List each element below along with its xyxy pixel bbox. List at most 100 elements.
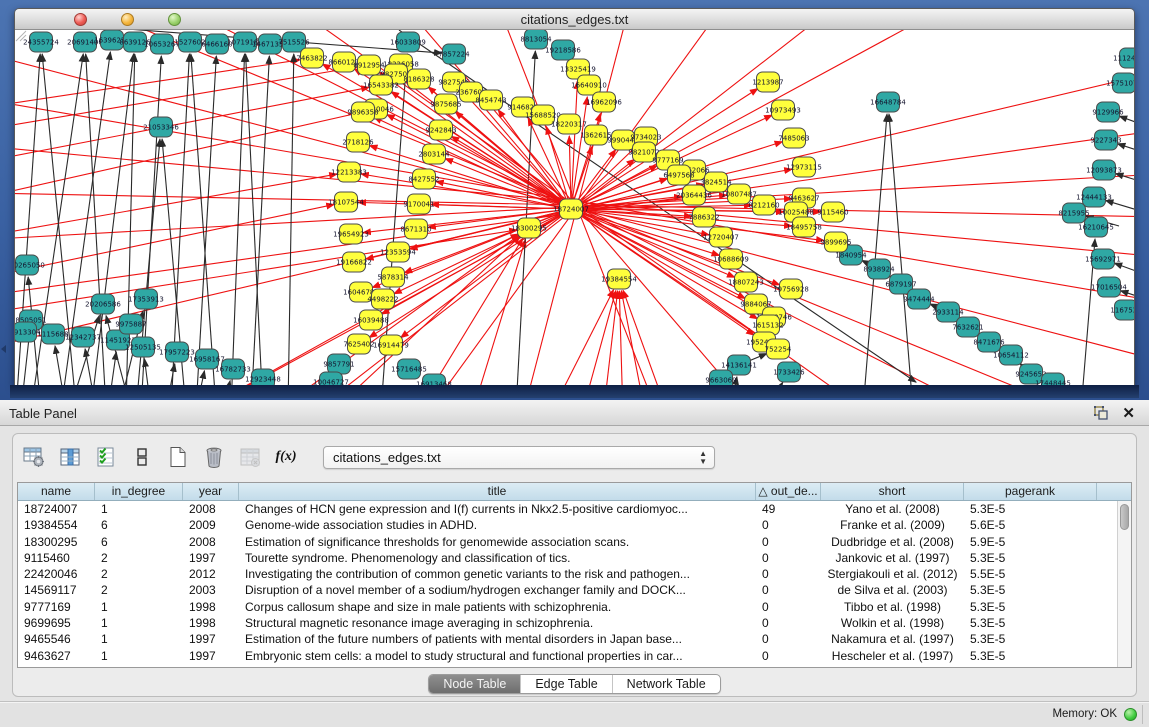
table-cell[interactable]: 2 bbox=[95, 582, 183, 598]
table-cell[interactable]: 0 bbox=[756, 631, 821, 647]
table-cell[interactable]: 6 bbox=[95, 534, 183, 550]
table-cell[interactable]: 9463627 bbox=[18, 648, 95, 664]
node-teal[interactable]: 1167533 bbox=[1110, 300, 1134, 320]
function-icon[interactable]: f(x) bbox=[275, 446, 297, 468]
table-cell[interactable]: 0 bbox=[756, 534, 821, 550]
black-edge[interactable] bbox=[863, 114, 887, 385]
network-table-select[interactable]: citations_edges.txt ▲▼ bbox=[323, 446, 715, 469]
network-window-titlebar[interactable]: citations_edges.txt bbox=[15, 9, 1134, 30]
node-yellow[interactable]: 2803144 bbox=[418, 144, 450, 164]
rows-icon[interactable] bbox=[131, 446, 153, 468]
table-cell[interactable]: 0 bbox=[756, 582, 821, 598]
table-cell[interactable]: Corpus callosum shape and size in male p… bbox=[239, 599, 756, 615]
table-cell[interactable]: 1997 bbox=[183, 550, 239, 566]
node-yellow[interactable]: 7886322 bbox=[688, 207, 719, 227]
table-cell[interactable]: 1998 bbox=[183, 615, 239, 631]
table-cell[interactable]: 5.3E-5 bbox=[964, 631, 1097, 647]
node-teal[interactable]: 20265050 bbox=[15, 255, 45, 275]
tab-node-table[interactable]: Node Table bbox=[429, 675, 521, 693]
node-yellow[interactable]: 12973115 bbox=[786, 157, 822, 177]
node-yellow[interactable]: 8454743 bbox=[475, 90, 506, 110]
node-yellow[interactable]: 16914479 bbox=[373, 335, 409, 355]
memory-status-icon[interactable] bbox=[1124, 708, 1137, 721]
node-teal[interactable]: 7857224 bbox=[438, 44, 470, 64]
node-teal[interactable]: 11124047 bbox=[1113, 48, 1134, 68]
table-cell[interactable]: Structural magnetic resonance image aver… bbox=[239, 615, 756, 631]
node-teal[interactable]: 1115688 bbox=[37, 324, 68, 344]
table-cell[interactable]: 6 bbox=[95, 517, 183, 533]
table-cell[interactable]: 9777169 bbox=[18, 599, 95, 615]
table-cell[interactable]: Investigating the contribution of common… bbox=[239, 566, 756, 582]
table-cell[interactable]: 0 bbox=[756, 550, 821, 566]
table-cell[interactable]: 14569117 bbox=[18, 582, 95, 598]
table-cell[interactable]: 18724007 bbox=[18, 501, 95, 517]
red-edge[interactable] bbox=[369, 146, 571, 209]
table-cell[interactable]: 1997 bbox=[183, 648, 239, 664]
red-edge[interactable] bbox=[15, 60, 300, 114]
node-yellow[interactable]: 18107544 bbox=[328, 192, 364, 212]
vertical-scrollbar[interactable] bbox=[1117, 501, 1131, 667]
node-yellow[interactable]: 9170041 bbox=[403, 194, 434, 214]
node-yellow[interactable]: 10973493 bbox=[765, 100, 801, 120]
tab-edge-table[interactable]: Edge Table bbox=[521, 675, 612, 693]
import-table-icon[interactable] bbox=[239, 446, 261, 468]
node-yellow[interactable]: 6497568 bbox=[663, 165, 694, 185]
table-cell[interactable]: Estimation of the future numbers of pati… bbox=[239, 631, 756, 647]
table-cell[interactable]: Disruption of a novel member of a sodium… bbox=[239, 582, 756, 598]
table-body[interactable]: 18724007 1 2008 Changes of HCN gene express… bbox=[18, 501, 1117, 667]
table-cell[interactable]: Nakamura et al. (1997) bbox=[821, 631, 964, 647]
table-cell[interactable]: Changes of HCN gene expression and I(f) … bbox=[239, 501, 756, 517]
row-check-icon[interactable] bbox=[95, 446, 117, 468]
table-panel-header[interactable]: Table Panel ✕ bbox=[0, 400, 1149, 426]
red-edge[interactable] bbox=[619, 291, 623, 385]
table-cell[interactable]: 5.3E-5 bbox=[964, 615, 1097, 631]
table-row[interactable]: 1830029562008Estimation of significance … bbox=[18, 534, 1117, 550]
black-edge[interactable] bbox=[766, 382, 783, 385]
black-edge[interactable] bbox=[196, 56, 216, 385]
table-cell[interactable]: 0 bbox=[756, 599, 821, 615]
new-document-icon[interactable] bbox=[167, 446, 189, 468]
node-yellow[interactable]: 9896358 bbox=[347, 102, 378, 122]
table-cell[interactable]: 0 bbox=[756, 566, 821, 582]
table-cell[interactable]: 1 bbox=[95, 599, 183, 615]
node-teal[interactable]: 15716485 bbox=[391, 359, 427, 379]
column-select-icon[interactable] bbox=[59, 446, 81, 468]
column-header-in_degree[interactable]: in_degree bbox=[95, 483, 183, 500]
node-yellow[interactable]: 9242843 bbox=[425, 120, 456, 140]
node-yellow[interactable]: 8427552 bbox=[408, 169, 439, 189]
node-teal[interactable]: 16648784 bbox=[870, 92, 906, 112]
network-canvas[interactable]: 2435572420691406163962518639126106532671… bbox=[15, 30, 1134, 385]
node-teal[interactable]: 16913468 bbox=[416, 374, 452, 385]
table-cell[interactable]: 0 bbox=[756, 648, 821, 664]
collapse-panel-arrow-icon[interactable] bbox=[1, 345, 6, 353]
table-cell[interactable]: 2008 bbox=[183, 534, 239, 550]
black-edge[interactable] bbox=[1119, 116, 1134, 127]
node-teal[interactable]: 15751074 bbox=[1106, 73, 1134, 93]
red-edge[interactable] bbox=[581, 291, 616, 385]
table-cell[interactable]: Jankovic et al. (1997) bbox=[821, 550, 964, 566]
table-cell[interactable]: Embryonic stem cells: a model to study s… bbox=[239, 648, 756, 664]
table-row[interactable]: 946554611997Estimation of the future num… bbox=[18, 631, 1117, 647]
node-teal[interactable]: 9975887 bbox=[115, 314, 146, 334]
table-row[interactable]: 1938455462009Genome-wide association stu… bbox=[18, 517, 1117, 533]
column-header-short[interactable]: short bbox=[821, 483, 964, 500]
table-row[interactable]: 977716911998Corpus callosum shape and si… bbox=[18, 599, 1117, 615]
column-header-out_de[interactable]: △ out_de... bbox=[756, 483, 821, 500]
table-cell[interactable]: 5.5E-5 bbox=[964, 566, 1097, 582]
table-cell[interactable]: 5.9E-5 bbox=[964, 534, 1097, 550]
table-cell[interactable]: 5.3E-5 bbox=[964, 582, 1097, 598]
table-cell[interactable]: 1 bbox=[95, 631, 183, 647]
table-cell[interactable]: 18300295 bbox=[18, 534, 95, 550]
table-cell[interactable]: 2 bbox=[95, 566, 183, 582]
black-edge[interactable] bbox=[889, 114, 913, 385]
node-yellow[interactable]: 12353594 bbox=[380, 242, 416, 262]
node-teal[interactable]: 17353913 bbox=[128, 289, 164, 309]
table-cell[interactable]: 9115460 bbox=[18, 550, 95, 566]
table-cell[interactable]: 49 bbox=[756, 501, 821, 517]
node-yellow[interactable]: 1213987 bbox=[752, 72, 783, 92]
table-cell[interactable]: de Silva et al. (2003) bbox=[821, 582, 964, 598]
table-row[interactable]: 911546021997Tourette syndrome. Phenomeno… bbox=[18, 550, 1117, 566]
node-yellow[interactable]: 4498222 bbox=[367, 289, 398, 309]
table-cell[interactable]: 1 bbox=[95, 648, 183, 664]
column-header-title[interactable]: title bbox=[239, 483, 756, 500]
